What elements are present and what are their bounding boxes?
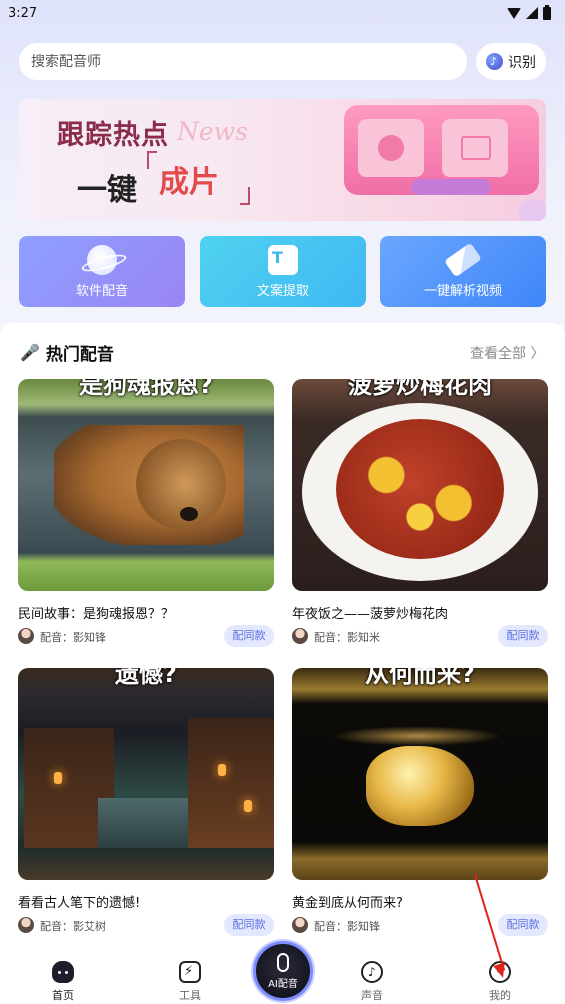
nav-me-label: 我的 — [489, 989, 511, 1002]
tool-parse-video[interactable]: 一键解析视频 — [380, 236, 546, 307]
dog-nose — [180, 507, 198, 521]
lantern-icon — [54, 772, 62, 784]
thumbnail-caption: 菠萝炒梅花肉 — [348, 379, 492, 399]
peach-icon — [358, 119, 424, 177]
section-title: 🎤 热门配音 — [20, 340, 114, 365]
bracket-right-icon — [240, 187, 250, 205]
thumbnail-caption: 遗憾? — [115, 668, 177, 688]
nav-tools-label: 工具 — [179, 989, 201, 1002]
avatar — [18, 917, 34, 933]
wifi-icon — [507, 7, 521, 19]
thumbnail-caption: 是狗魂报恩? — [79, 379, 213, 399]
avatar — [18, 628, 34, 644]
nav-home[interactable]: 首页 — [28, 961, 98, 1003]
voice-artist: 配音：影知锋 — [314, 920, 380, 933]
card-title: 看看古人笔下的遗憾! — [18, 896, 141, 911]
voice-artist: 配音：影知锋 — [40, 631, 106, 644]
card-thumbnail[interactable]: 菠萝炒梅花肉 — [292, 379, 548, 591]
banner-decoration-circle — [519, 199, 546, 221]
status-time: 3:27 — [8, 5, 38, 21]
lantern-icon — [244, 800, 252, 812]
banner-highlight: 成片 — [159, 165, 219, 200]
use-same-button[interactable]: 配同款 — [498, 914, 548, 936]
music-disc-icon — [486, 53, 503, 70]
eraser-icon — [444, 242, 482, 278]
search-box[interactable] — [19, 43, 467, 80]
card-thumbnail[interactable]: 从何而来? — [292, 668, 548, 880]
lantern-icon — [218, 764, 226, 776]
food-illustration — [336, 419, 504, 559]
mic-icon: 🎤 — [20, 343, 40, 362]
use-same-button[interactable]: 配同款 — [498, 625, 548, 647]
gold-nugget-illustration — [366, 746, 474, 826]
nav-voice[interactable]: 声音 — [337, 961, 407, 1003]
status-bar: 3:27 — [0, 0, 565, 26]
recognize-label: 识别 — [508, 54, 536, 71]
promo-banner[interactable]: 跟踪热点 News 一键 成片 — [19, 99, 546, 221]
view-all-link[interactable]: 查看全部 〉 — [470, 343, 544, 363]
nav-tools[interactable]: 工具 — [155, 961, 225, 1003]
planet-icon — [87, 245, 117, 275]
thumbnail-caption: 从何而来? — [365, 668, 475, 688]
microphone-icon — [277, 953, 289, 972]
section-title-text: 热门配音 — [45, 345, 114, 365]
tool-label: 软件配音 — [75, 284, 128, 299]
banner-subline: 一键 — [77, 173, 137, 208]
tool-label: 一键解析视频 — [423, 284, 502, 299]
avatar — [292, 628, 308, 644]
search-input[interactable] — [31, 53, 467, 70]
banner-headline: 跟踪热点 — [57, 120, 169, 151]
robot-home-icon — [52, 961, 74, 983]
tool-text-extract[interactable]: 文案提取 — [200, 236, 366, 307]
card-thumbnail[interactable]: 是狗魂报恩? — [18, 379, 274, 591]
banner-decoration — [411, 179, 491, 195]
house-illustration — [188, 718, 274, 848]
tool-label: 文案提取 — [256, 284, 309, 299]
lightning-icon — [179, 961, 201, 983]
text-doc-icon — [268, 245, 298, 275]
card-title: 民间故事：是狗魂报恩？？ — [18, 607, 175, 622]
avatar — [292, 917, 308, 933]
voice-artist: 配音：影知米 — [314, 631, 380, 644]
sparkle-illustration — [332, 726, 502, 746]
card-thumbnail[interactable]: 遗憾? — [18, 668, 274, 880]
ai-dubbing-label: AI配音 — [268, 979, 298, 990]
bracket-left-icon — [147, 151, 157, 169]
music-note-icon — [361, 961, 383, 983]
card-title: 黄金到底从何而来? — [292, 896, 403, 911]
status-icons — [507, 4, 551, 20]
image-icon — [442, 119, 508, 177]
battery-icon — [543, 4, 551, 20]
ai-dubbing-button[interactable]: AI配音 — [253, 941, 313, 1001]
card-title: 年夜饭之——菠萝炒梅花肉 — [292, 607, 449, 622]
voice-artist: 配音：影艾树 — [40, 920, 106, 933]
use-same-button[interactable]: 配同款 — [224, 625, 274, 647]
nav-home-label: 首页 — [52, 989, 74, 1002]
tool-software-dubbing[interactable]: 软件配音 — [19, 236, 185, 307]
banner-news-word: News — [177, 117, 248, 146]
recognize-button[interactable]: 识别 — [476, 43, 546, 80]
use-same-button[interactable]: 配同款 — [224, 914, 274, 936]
nav-voice-label: 声音 — [361, 989, 383, 1002]
signal-icon — [526, 7, 538, 19]
